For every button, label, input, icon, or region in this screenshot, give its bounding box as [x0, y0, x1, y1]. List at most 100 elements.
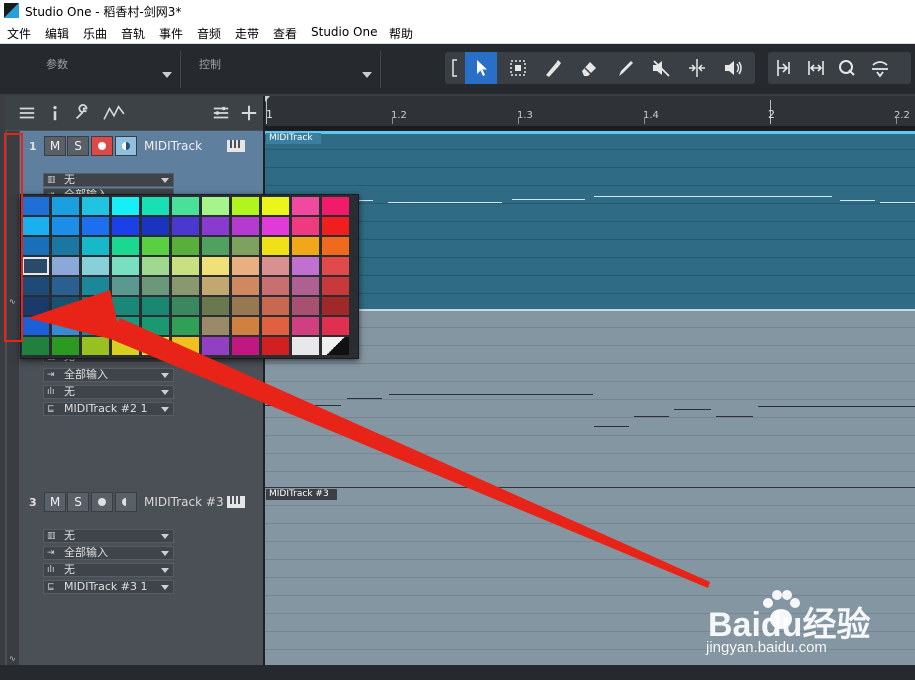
color-swatch[interactable]: [82, 317, 109, 335]
color-swatch[interactable]: [322, 297, 349, 315]
color-swatch[interactable]: [52, 197, 79, 215]
list-menu-icon[interactable]: [16, 102, 38, 124]
clip-label[interactable]: MIDITrack #3: [266, 489, 337, 500]
color-swatch[interactable]: [82, 257, 109, 275]
menu-event[interactable]: 事件: [159, 25, 183, 42]
color-swatch[interactable]: [202, 337, 229, 355]
inspector-info-icon[interactable]: [44, 102, 66, 124]
color-swatch[interactable]: [142, 297, 169, 315]
color-swatch[interactable]: [82, 297, 109, 315]
clip-label[interactable]: MIDITrack: [266, 133, 321, 144]
track-lane-1[interactable]: [265, 131, 915, 309]
mute-button[interactable]: M: [44, 492, 66, 512]
color-swatch[interactable]: [142, 237, 169, 255]
instrument-keyboard-icon[interactable]: [227, 496, 245, 508]
color-swatch[interactable]: [22, 197, 49, 215]
color-swatch[interactable]: [52, 217, 79, 235]
color-swatch[interactable]: [292, 277, 319, 295]
listen-tool-icon[interactable]: [717, 52, 749, 84]
menu-audio[interactable]: 音频: [197, 25, 221, 42]
record-arm-button[interactable]: [91, 136, 113, 156]
color-swatch[interactable]: [52, 337, 79, 355]
color-swatch[interactable]: [22, 337, 49, 355]
wrench-icon[interactable]: [71, 102, 93, 124]
input-selector[interactable]: ⇥ 全部输入: [43, 546, 174, 560]
color-swatch[interactable]: [262, 237, 289, 255]
midi-note[interactable]: [758, 406, 915, 407]
color-swatch[interactable]: [292, 297, 319, 315]
channel-selector[interactable]: ⊑ MIDITrack #3 1: [43, 580, 174, 594]
color-swatch[interactable]: [22, 217, 49, 235]
menu-view[interactable]: 查看: [273, 25, 297, 42]
monitor-button[interactable]: [115, 492, 137, 512]
color-swatch[interactable]: [232, 297, 259, 315]
color-swatch[interactable]: [112, 237, 139, 255]
control-dropdown-icon[interactable]: [362, 72, 372, 78]
channel-selector[interactable]: ⊑ MIDITrack #2 1: [43, 402, 174, 416]
midi-note[interactable]: [347, 398, 382, 399]
color-swatch[interactable]: [202, 197, 229, 215]
playhead-marker-icon[interactable]: [265, 96, 270, 102]
color-swatch[interactable]: [262, 197, 289, 215]
midi-note[interactable]: [265, 405, 303, 406]
split-tool-icon[interactable]: [537, 52, 569, 84]
color-swatch[interactable]: [292, 337, 319, 355]
color-swatch[interactable]: [112, 297, 139, 315]
color-swatch[interactable]: [322, 337, 349, 355]
output-selector[interactable]: ılı 无: [43, 385, 174, 399]
color-swatch[interactable]: [82, 217, 109, 235]
midi-note[interactable]: [594, 196, 832, 197]
color-swatch[interactable]: [262, 257, 289, 275]
color-swatch[interactable]: [52, 277, 79, 295]
paint-tool-icon[interactable]: [610, 52, 642, 84]
add-track-icon[interactable]: [238, 102, 260, 124]
color-swatch[interactable]: [172, 217, 199, 235]
color-swatch[interactable]: [232, 257, 259, 275]
bend-tool-icon[interactable]: [681, 52, 713, 84]
color-swatch[interactable]: [202, 257, 229, 275]
color-swatch[interactable]: [22, 297, 49, 315]
track-list-options-icon[interactable]: [210, 102, 232, 124]
color-swatch[interactable]: [22, 277, 49, 295]
snap-icon[interactable]: [768, 52, 800, 84]
color-swatch[interactable]: [322, 217, 349, 235]
color-swatch[interactable]: [292, 197, 319, 215]
range-tool-icon[interactable]: [502, 52, 534, 84]
color-swatch[interactable]: [22, 237, 49, 255]
color-swatch[interactable]: [262, 217, 289, 235]
color-swatch[interactable]: [322, 197, 349, 215]
expand-track-icon[interactable]: ∿: [9, 654, 16, 663]
track-name[interactable]: MIDITrack: [144, 139, 202, 153]
color-swatch[interactable]: [112, 277, 139, 295]
color-swatch[interactable]: [172, 197, 199, 215]
color-swatch[interactable]: [22, 317, 49, 335]
color-swatch[interactable]: [112, 217, 139, 235]
instrument-keyboard-icon[interactable]: [227, 140, 245, 152]
menu-help[interactable]: 帮助: [389, 25, 413, 42]
input-selector[interactable]: ⇥ 全部输入: [43, 368, 174, 382]
color-swatch[interactable]: [172, 317, 199, 335]
color-swatch[interactable]: [172, 337, 199, 355]
color-swatch[interactable]: [262, 297, 289, 315]
solo-button[interactable]: S: [67, 136, 89, 156]
midi-note[interactable]: [389, 394, 593, 395]
params-dropdown-icon[interactable]: [162, 72, 172, 78]
midi-note[interactable]: [306, 405, 341, 406]
midi-note[interactable]: [512, 199, 585, 200]
color-swatch[interactable]: [292, 317, 319, 335]
color-swatch[interactable]: [262, 317, 289, 335]
color-swatch[interactable]: [82, 277, 109, 295]
color-swatch[interactable]: [52, 317, 79, 335]
menu-studio-one[interactable]: Studio One: [311, 25, 377, 39]
color-swatch[interactable]: [142, 257, 169, 275]
color-swatch[interactable]: [112, 337, 139, 355]
menu-transport[interactable]: 走带: [235, 25, 259, 42]
instrument-selector[interactable]: ▥无: [43, 529, 174, 543]
color-swatch[interactable]: [112, 257, 139, 275]
color-swatch[interactable]: [142, 217, 169, 235]
color-swatch[interactable]: [172, 277, 199, 295]
menu-song[interactable]: 乐曲: [83, 25, 107, 42]
color-swatch[interactable]: [172, 297, 199, 315]
color-swatch[interactable]: [322, 257, 349, 275]
color-swatch[interactable]: [232, 317, 259, 335]
